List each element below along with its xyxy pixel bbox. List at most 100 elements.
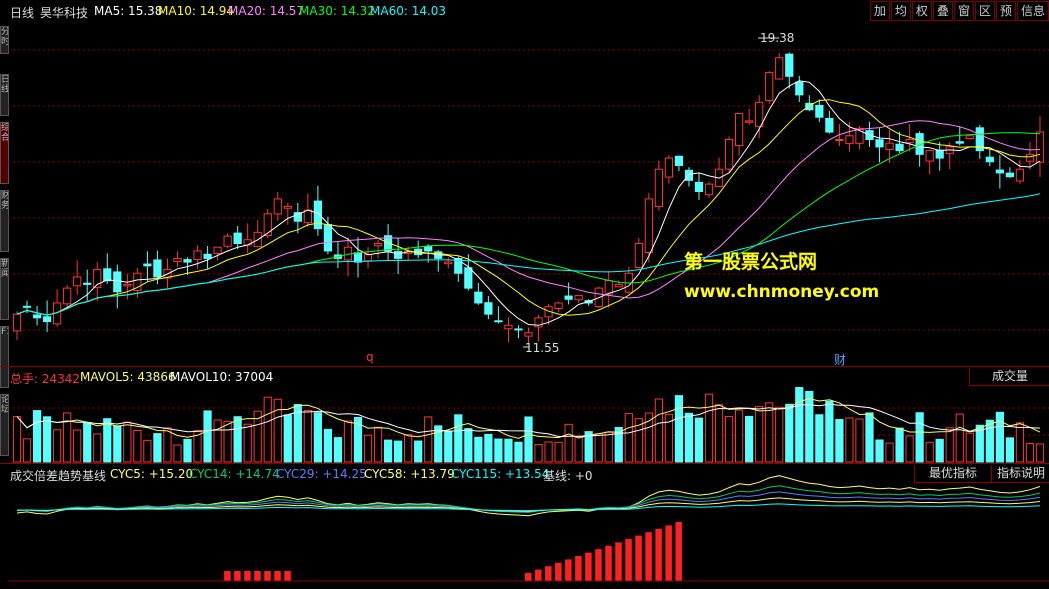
candle-body: [514, 328, 523, 331]
volume-indicator-button[interactable]: 成交量: [969, 368, 1049, 386]
stock-chart-window: 日线 昊华科技 MA5: 15.38 MA10: 14.94 MA20: 14.…: [0, 0, 1049, 589]
candle-body: [193, 250, 202, 260]
candle-body: [614, 283, 623, 288]
candle-body: [925, 150, 934, 162]
signal-bar: [224, 571, 231, 581]
volume-bar: [133, 430, 142, 463]
volume-bar: [544, 441, 553, 463]
chart-canvas[interactable]: [0, 0, 1049, 589]
candle-body: [735, 112, 744, 147]
candle-body: [755, 101, 764, 128]
candle-body: [644, 198, 653, 254]
candle-body: [113, 271, 122, 293]
volume-bar: [704, 393, 714, 463]
signal-bar: [555, 562, 562, 581]
signal-bar: [535, 569, 542, 581]
volume-bar: [73, 429, 82, 463]
candle-body: [935, 149, 944, 159]
event-marker-q[interactable]: q: [366, 350, 374, 364]
indicator-help-button[interactable]: 指标说明: [991, 465, 1049, 483]
best-indicator-button[interactable]: 最优指标: [914, 465, 991, 483]
candle-body: [895, 143, 904, 152]
volume-bar: [564, 423, 573, 463]
volume-bar: [865, 412, 874, 463]
volume-bar: [795, 386, 804, 463]
volume-bar: [735, 409, 744, 463]
candle-body: [524, 332, 533, 337]
volume-bar: [755, 406, 764, 463]
volume-bar: [12, 416, 22, 463]
mavol10-label: MAVOL10: 37004: [170, 370, 274, 384]
candle-body: [83, 282, 92, 285]
candle-body: [42, 316, 52, 323]
volume-bar: [303, 410, 312, 463]
signal-bar: [585, 552, 592, 581]
volume-bar: [885, 442, 894, 463]
volume-bar: [724, 416, 734, 463]
cyc58-label: CYC58: +13.79: [364, 467, 455, 481]
cyc5-label: CYC5: +15.20: [110, 467, 194, 481]
candle-body: [173, 257, 182, 263]
volume-bar: [404, 434, 413, 463]
candle-body: [32, 314, 42, 319]
volume-bar: [524, 416, 533, 463]
signal-bar: [635, 535, 642, 581]
volume-bar: [875, 439, 884, 463]
candle-body: [273, 198, 282, 215]
candle-body: [775, 57, 784, 80]
candle-body: [1025, 153, 1035, 162]
candle-body: [12, 313, 22, 332]
candle-body: [103, 268, 112, 282]
candle-body: [985, 156, 994, 163]
volume-bar: [855, 418, 864, 463]
volume-bar: [765, 402, 774, 463]
volume-bar: [504, 438, 513, 463]
signal-bar: [625, 539, 632, 581]
volume-bar: [83, 422, 92, 463]
volume-bar: [283, 414, 292, 463]
volume-bar: [624, 413, 633, 463]
signal-bar: [244, 571, 251, 581]
volume-bar: [293, 404, 302, 463]
signal-bar: [264, 571, 271, 581]
volume-bar: [684, 412, 694, 463]
volume-bar: [1015, 422, 1025, 463]
candle-body: [674, 155, 684, 166]
volume-bar: [183, 438, 192, 463]
volume-total: 总手: 24342: [10, 372, 81, 386]
volume-bar: [233, 416, 242, 463]
candle-body: [223, 235, 232, 247]
volume-bar: [514, 441, 523, 463]
signal-bar: [645, 532, 652, 581]
candle-body: [815, 104, 824, 118]
signal-bar: [234, 571, 241, 581]
candle-body: [955, 141, 964, 144]
volume-indicator-divider: [0, 463, 1049, 464]
candle-body: [504, 324, 513, 330]
candle-body: [995, 169, 1004, 174]
volume-bar: [223, 420, 232, 463]
candle-body: [213, 246, 222, 255]
candle-body: [825, 117, 834, 133]
volume-bar: [925, 441, 934, 463]
volume-bar: [835, 419, 844, 463]
volume-bar: [534, 443, 543, 463]
volume-bar: [674, 395, 684, 463]
event-marker-finance[interactable]: 财: [834, 351, 846, 368]
candle-body: [885, 142, 894, 151]
volume-bar: [203, 410, 212, 463]
volume-bar: [1035, 443, 1045, 463]
candle-body: [684, 169, 694, 181]
volume-bar: [444, 430, 453, 463]
candle-body: [564, 295, 573, 300]
volume-bar: [935, 438, 944, 463]
cyc29-label: CYC29: +14.25: [276, 467, 367, 481]
candle-body: [654, 168, 663, 208]
candle-body: [464, 267, 473, 289]
candle-body: [1015, 168, 1025, 182]
volume-bar: [333, 437, 343, 463]
cyc5-line: [16, 475, 1041, 517]
watermark-title: 第一股票公式网: [684, 251, 818, 273]
volume-bar: [22, 438, 32, 463]
signal-bar: [665, 525, 672, 581]
